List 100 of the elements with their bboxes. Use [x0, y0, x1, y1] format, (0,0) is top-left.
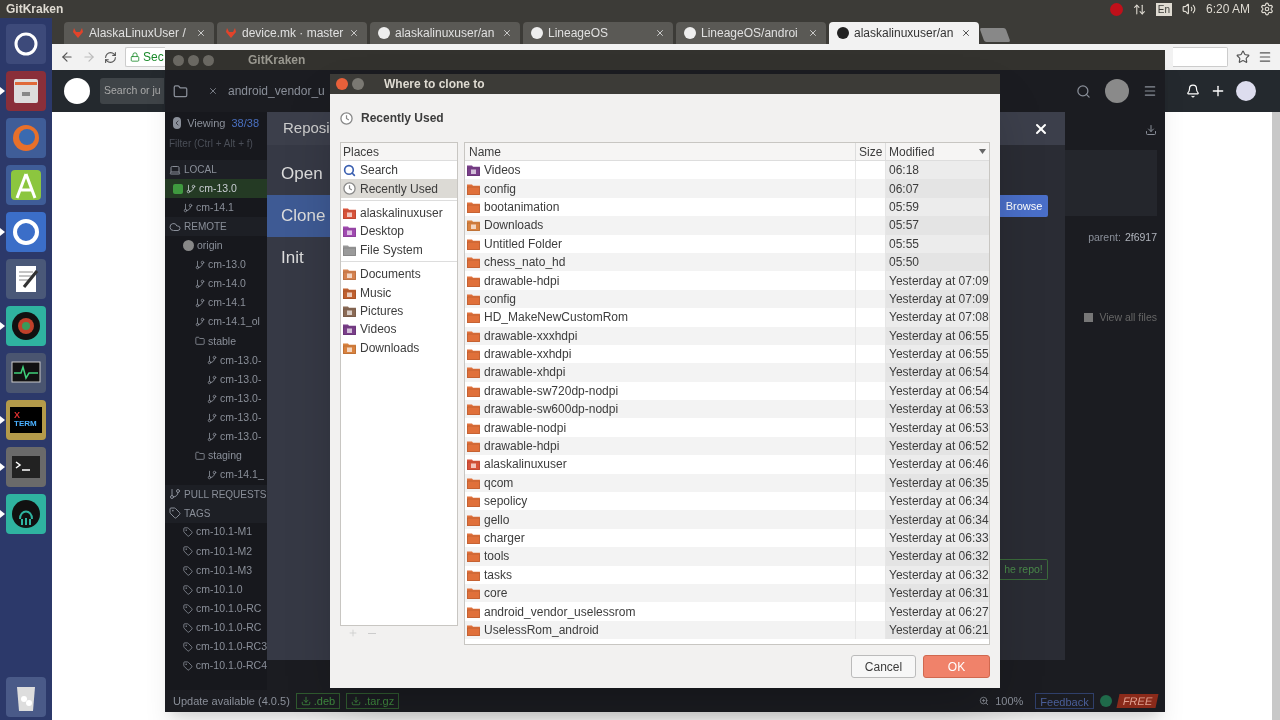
- browser-tab[interactable]: LineageOS/androi: [676, 22, 826, 44]
- menu-item[interactable]: Init: [267, 237, 330, 279]
- remote-item[interactable]: origin: [165, 236, 267, 256]
- branch-item[interactable]: cm-13.0: [165, 255, 267, 275]
- tag-item[interactable]: cm-10.1-M1: [165, 522, 267, 542]
- file-name-cell[interactable]: config: [465, 179, 856, 198]
- place-item[interactable]: Search: [341, 161, 457, 180]
- column-header[interactable]: Name: [465, 143, 856, 160]
- file-name-cell[interactable]: Untitled Folder: [465, 234, 856, 253]
- folder-icon[interactable]: [173, 83, 188, 99]
- volume-icon[interactable]: [1181, 2, 1196, 16]
- tag-item[interactable]: cm-10.1-M3: [165, 560, 267, 581]
- branch-item[interactable]: cm-13.0-: [165, 370, 267, 390]
- place-item[interactable]: Music: [341, 283, 457, 302]
- browser-tab[interactable]: alaskalinuxuser/an: [829, 22, 979, 44]
- place-item[interactable]: Documents: [341, 264, 457, 284]
- column-header[interactable]: Places: [341, 143, 457, 161]
- branch-item[interactable]: cm-13.0-: [165, 427, 267, 447]
- scrollbar[interactable]: [1272, 112, 1280, 720]
- download-button[interactable]: .deb: [295, 693, 341, 709]
- place-item[interactable]: Downloads: [341, 338, 457, 357]
- browse-button[interactable]: Browse: [1000, 195, 1048, 217]
- column-header[interactable]: Size: [856, 143, 886, 160]
- place-item[interactable]: File System: [341, 240, 457, 259]
- branch-item[interactable]: cm-14.1_ol: [165, 312, 267, 332]
- compass-icon[interactable]: [6, 164, 46, 205]
- column-header[interactable]: Modified: [886, 143, 989, 160]
- file-name-cell[interactable]: drawable-xxxhdpi: [465, 326, 856, 345]
- file-name-cell[interactable]: android_vendor_uselessrom: [465, 602, 856, 621]
- octocat-logo-icon[interactable]: [64, 78, 90, 104]
- file-name-cell[interactable]: drawable-xhdpi: [465, 363, 856, 382]
- trash-icon[interactable]: [6, 676, 46, 717]
- address-bar[interactable]: Sec: [125, 47, 165, 67]
- back-icon[interactable]: [60, 50, 74, 64]
- menu-item[interactable]: Clone: [267, 195, 330, 237]
- file-name-cell[interactable]: UselessRom_android: [465, 620, 856, 640]
- branch-item[interactable]: cm-14.1: [165, 198, 267, 218]
- browser-tab[interactable]: device.mk · master: [217, 22, 367, 44]
- browser-tab[interactable]: AlaskaLinuxUser /: [64, 22, 214, 44]
- place-item[interactable]: Pictures: [341, 301, 457, 321]
- download-icon[interactable]: [1145, 124, 1157, 136]
- circle-logo-icon[interactable]: [6, 23, 46, 64]
- file-name-cell[interactable]: Downloads: [465, 216, 856, 235]
- tag-item[interactable]: cm-10.1.0-RC3: [165, 637, 267, 657]
- place-item[interactable]: Desktop: [341, 222, 457, 241]
- back-icon[interactable]: [173, 117, 182, 129]
- file-name-cell[interactable]: drawable-hdpi: [465, 271, 856, 290]
- download-button[interactable]: .tar.gz: [346, 693, 400, 709]
- branch-item[interactable]: cm-13.0: [165, 179, 267, 199]
- fox-globe-icon[interactable]: [6, 117, 46, 158]
- file-name-cell[interactable]: HD_MakeNewCustomRom: [465, 308, 856, 327]
- plus-icon[interactable]: [1210, 83, 1226, 99]
- search-icon[interactable]: [1076, 83, 1091, 99]
- file-name-cell[interactable]: tasks: [465, 565, 856, 584]
- camera-lens-icon[interactable]: [6, 305, 46, 346]
- branch-item[interactable]: cm-13.0-: [165, 350, 267, 371]
- branch-item[interactable]: cm-13.0-: [165, 389, 267, 409]
- branch-item[interactable]: cm-14.1_: [165, 465, 267, 485]
- branch-item[interactable]: cm-14.1: [165, 293, 267, 313]
- pulse-monitor-icon[interactable]: [6, 352, 46, 393]
- file-name-cell[interactable]: drawable-nodpi: [465, 418, 856, 437]
- menu-item[interactable]: Open: [267, 153, 330, 195]
- drawer-icon[interactable]: [6, 70, 46, 111]
- menu-icon[interactable]: [1143, 84, 1157, 98]
- tag-item[interactable]: cm-10.1.0-RC: [165, 618, 267, 638]
- avatar-icon[interactable]: [1105, 79, 1129, 103]
- clock[interactable]: 6:20 AM: [1205, 0, 1250, 18]
- prompt-icon[interactable]: [6, 446, 46, 487]
- cancel-button[interactable]: Cancel: [851, 655, 916, 678]
- browser-tab[interactable]: alaskalinuxuser/an: [370, 22, 520, 44]
- tag-item[interactable]: cm-10.1-M2: [165, 541, 267, 561]
- place-item[interactable]: Videos: [341, 320, 457, 339]
- terminal-icon[interactable]: X TERM: [6, 399, 46, 440]
- browser-tab[interactable]: LineageOS: [523, 22, 673, 44]
- ring-icon[interactable]: [6, 211, 46, 252]
- place-item[interactable]: alaskalinuxuser: [341, 203, 457, 223]
- kraken-icon[interactable]: [6, 493, 46, 534]
- branch-item[interactable]: cm-13.0-: [165, 408, 267, 428]
- file-name-cell[interactable]: gello: [465, 510, 856, 529]
- place-item[interactable]: Recently Used: [341, 179, 457, 198]
- tag-item[interactable]: cm-10.1.0-RC4: [165, 656, 267, 676]
- repo-tab[interactable]: android_vendor_u: [202, 70, 331, 112]
- notification-icon[interactable]: [1186, 84, 1200, 98]
- folder-item[interactable]: staging: [165, 446, 267, 466]
- new-tab-button[interactable]: [979, 28, 1011, 42]
- tag-item[interactable]: cm-10.1.0: [165, 580, 267, 600]
- settings-icon[interactable]: [1260, 2, 1274, 16]
- reload-icon[interactable]: [104, 50, 117, 64]
- close-icon[interactable]: [961, 28, 971, 38]
- network-icon[interactable]: [1132, 2, 1146, 16]
- file-name-cell[interactable]: tools: [465, 547, 856, 566]
- keyboard-indicator[interactable]: En: [1155, 2, 1172, 16]
- menu-icon[interactable]: [1258, 50, 1272, 64]
- checkbox[interactable]: [1084, 313, 1094, 323]
- search-field[interactable]: Search or ju: [100, 78, 164, 104]
- star-icon[interactable]: [1236, 50, 1250, 64]
- close-window-icon[interactable]: [336, 78, 348, 90]
- branch-item[interactable]: cm-14.0: [165, 274, 267, 294]
- file-name-cell[interactable]: alaskalinuxuser: [465, 455, 856, 474]
- notepad-icon[interactable]: [6, 258, 46, 299]
